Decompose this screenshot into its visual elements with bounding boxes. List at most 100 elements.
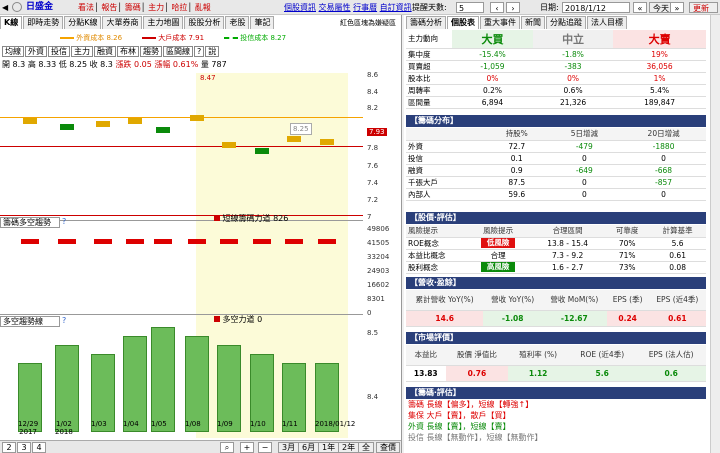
tab-kline[interactable]: K線 (0, 16, 23, 29)
legend-trust: 投信成本 8.27 (224, 33, 286, 43)
panel3-label: 多空力道 0 (214, 315, 262, 325)
rtab-stock[interactable]: 個股表 (447, 16, 479, 29)
tab-main[interactable]: 主力 (148, 3, 164, 12)
candle (222, 142, 236, 148)
panel3-select[interactable]: 多空趨勢線 (0, 316, 60, 327)
next-icon[interactable]: › (506, 2, 520, 13)
zoom-in-icon[interactable]: + (240, 442, 254, 453)
date-field[interactable]: 2018/1/12 (562, 2, 630, 13)
page-4[interactable]: 4 (32, 442, 46, 453)
chip-help[interactable]: ? (194, 46, 205, 57)
y-tick: 8.6 (367, 71, 379, 79)
candle (60, 124, 74, 130)
tab-analysis[interactable]: 股股分析 (184, 16, 225, 29)
y-tick: 7.2 (367, 196, 379, 204)
force-bar (154, 239, 172, 244)
range-2y[interactable]: 2年 (338, 442, 360, 453)
range-1y[interactable]: 1年 (318, 442, 340, 453)
search-icon[interactable] (12, 2, 22, 12)
count-select[interactable]: 5 (456, 2, 484, 13)
market-table: 本益比 股價 淨值比 殖利率 (%) ROE (近4季) EPS (法人估) 13.83… (406, 345, 706, 382)
scrollbar[interactable] (710, 15, 720, 453)
top-toolbar: ◀ 日盛金 看法│ 報告│ 籌碼│ 主力│ 哈拉│ 亂報 個股資訊 交易屬性 行… (0, 0, 720, 15)
eval-line: 外資 長線【賣】，短線【賣】 (408, 422, 511, 431)
tab-report[interactable]: 報告 (101, 3, 117, 12)
legend-foreign: 外資成本 8.26 (60, 33, 122, 43)
panel2-select[interactable]: 籌碼多空趨勢 (0, 217, 60, 228)
section-valuation: 【股價‧評估】 (406, 212, 706, 224)
back-icon[interactable]: ◀ (2, 2, 8, 13)
note-text: 紅色區塊為嫌疑區 (340, 19, 396, 27)
date-prev-icon[interactable]: « (633, 2, 647, 13)
zoom-out-icon[interactable]: − (258, 442, 272, 453)
prev-icon[interactable]: ‹ (490, 2, 504, 13)
candle (255, 148, 269, 154)
force-bar (94, 239, 112, 244)
link-custom[interactable]: 自訂資訊 (380, 3, 412, 12)
x-tick: 2018/01/12 (315, 420, 356, 428)
chip-margin[interactable]: 融資 (94, 46, 116, 57)
link-calendar[interactable]: 行事曆 (353, 3, 377, 12)
chip-say[interactable]: 說 (205, 46, 220, 57)
candle (156, 127, 170, 133)
tab-rumor[interactable]: 亂報 (195, 3, 211, 12)
rtab-news[interactable]: 新聞 (521, 16, 545, 29)
tab-intraday[interactable]: 即時走勢 (23, 16, 64, 29)
rtab-branch[interactable]: 分點追蹤 (546, 16, 586, 29)
tab-main-map[interactable]: 主力地圖 (143, 16, 184, 29)
force-bar (253, 239, 271, 244)
help-icon[interactable]: ? (62, 217, 66, 227)
range-6m[interactable]: 6月 (298, 442, 320, 453)
force-bar (21, 239, 39, 244)
tab-notes[interactable]: 筆記 (250, 16, 275, 29)
legend-big: 大戶成本 7.91 (142, 33, 204, 43)
chip-range[interactable]: 區間線 (163, 46, 193, 57)
refresh-button[interactable]: 更新 (689, 2, 718, 13)
force-bar (188, 239, 206, 244)
panel3-divider (0, 314, 363, 315)
query-button[interactable]: 查價 (376, 442, 400, 453)
rtab-target[interactable]: 法人目標 (587, 16, 627, 29)
section-chip-eval: 【籌碼‧評估】 (406, 387, 706, 399)
chip-trend[interactable]: 趨勢 (140, 46, 162, 57)
top-links: 個股資訊 交易屬性 行事曆 自訂資訊 (284, 2, 412, 13)
candle (320, 139, 334, 145)
range-all[interactable]: 全 (358, 442, 374, 453)
eval-line: 籌碼 長線【偏多】，短線【轉強↑】 (408, 400, 534, 409)
page-2[interactable]: 2 (2, 442, 16, 453)
tab-branch-k[interactable]: 分點K線 (64, 16, 102, 29)
tab-old[interactable]: 老股 (225, 16, 250, 29)
stock-tabs: 看法│ 報告│ 籌碼│ 主力│ 哈拉│ 亂報 (78, 3, 211, 12)
x-tick: 12/29 2017 (18, 420, 39, 436)
rtab-chips[interactable]: 籌碼分析 (406, 16, 446, 29)
chip-toolbar: 均線 外資 投信 主力 融資 布林 趨勢 區間線? 說 (2, 46, 220, 59)
tab-hala[interactable]: 哈拉 (171, 3, 187, 12)
zoom-icon[interactable]: ⌕ (220, 442, 234, 453)
stock-name[interactable]: 日盛金 (26, 2, 53, 13)
revenue-table: 累計營收 YoY(%) 營收 YoY(%) 營收 MoM(%) EPS (季) EPS … (406, 290, 706, 327)
tab-view[interactable]: 看法 (78, 3, 94, 12)
bottom-bar: 2 3 4 ⌕ + − 3月 6月 1年 2年 全 查價 (0, 440, 401, 453)
price-panel: 8.47 8.25 (0, 73, 363, 221)
chip-boll[interactable]: 布林 (117, 46, 139, 57)
link-stock-info[interactable]: 個股資訊 (284, 3, 316, 12)
help-icon[interactable]: ? (62, 316, 66, 326)
tab-chips[interactable]: 籌碼 (125, 3, 141, 12)
chip-ma[interactable]: 均線 (2, 46, 24, 57)
date-next-icon[interactable]: » (670, 2, 684, 13)
tag-low: 8.25 (290, 123, 312, 135)
y-tick: 16602 (367, 281, 390, 289)
link-trade-attr[interactable]: 交易屬性 (319, 3, 351, 12)
page-3[interactable]: 3 (17, 442, 31, 453)
tab-big-broker[interactable]: 大單券商 (102, 16, 143, 29)
candle (190, 115, 204, 121)
chip-main[interactable]: 主力 (71, 46, 93, 57)
range-3m[interactable]: 3月 (278, 442, 300, 453)
x-tick: 1/11 (282, 420, 298, 428)
chip-trust[interactable]: 投信 (48, 46, 70, 57)
foreign-cost-line (0, 117, 363, 118)
rtab-events[interactable]: 重大事件 (480, 16, 520, 29)
chip-foreign[interactable]: 外資 (25, 46, 47, 57)
trend-bar (151, 327, 175, 432)
y-tick: 7.8 (367, 144, 379, 152)
